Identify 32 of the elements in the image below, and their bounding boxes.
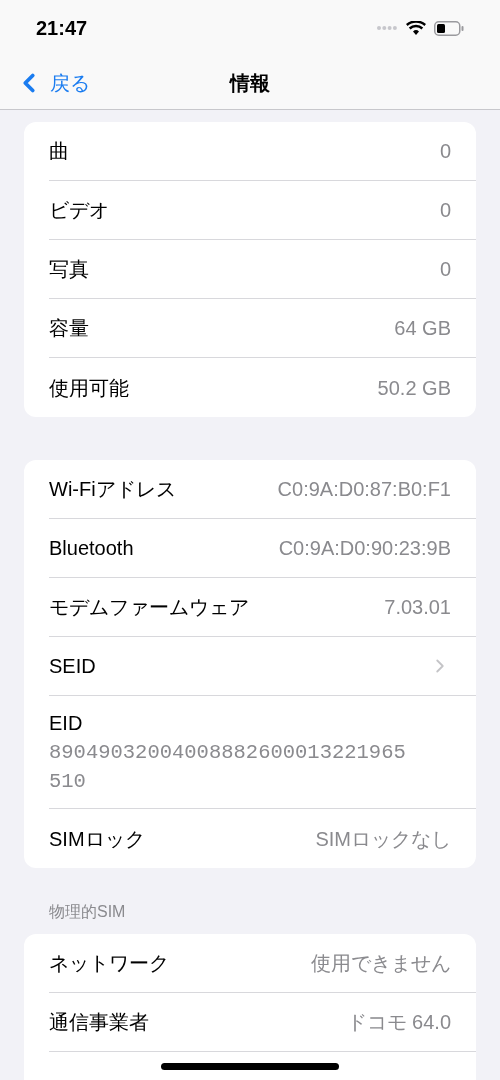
row-value: 50.2 GB	[377, 375, 451, 401]
wifi-icon	[406, 20, 426, 36]
row-value: C0:9A:D0:90:23:9B	[278, 536, 451, 561]
section-header: 物理的SIM	[49, 903, 126, 920]
row-label: モデムファームウェア	[49, 595, 249, 620]
status-time: 21:47	[36, 16, 88, 41]
row-value: ドコモ 64.0	[346, 1010, 451, 1035]
page-title: 情報	[230, 70, 270, 96]
row-value: 0	[439, 139, 451, 164]
row-value: 7.03.01	[384, 595, 451, 620]
row-value: 使用できません	[311, 951, 451, 976]
row-value: 64 GB	[394, 316, 451, 341]
row-value: SIMロックなし	[315, 826, 451, 852]
row-label: 使用可能	[49, 375, 129, 401]
row-label: ビデオ	[49, 198, 109, 223]
row-value: 89049032004008882600013221965510	[49, 740, 407, 795]
row-label: 通信事業者	[49, 1010, 149, 1035]
row-label: 写真	[49, 257, 89, 282]
row-value: C0:9A:D0:87:B0:F1	[277, 477, 451, 502]
row-label: 容量	[49, 316, 89, 341]
row-label: SIMロック	[49, 826, 145, 852]
row-label: EID	[49, 711, 84, 736]
row-label: Wi-Fiアドレス	[49, 477, 176, 502]
list-row[interactable]: SEID	[49, 637, 476, 696]
row-label: ネットワーク	[49, 951, 169, 976]
row-value: 0	[439, 257, 451, 282]
signal-icon	[376, 25, 398, 31]
row-value: 0	[439, 198, 451, 223]
battery-icon	[434, 20, 464, 36]
row-label: Bluetooth	[49, 536, 134, 561]
row-label: 曲	[49, 139, 69, 164]
back-button[interactable]: 戻る	[14, 67, 90, 98]
